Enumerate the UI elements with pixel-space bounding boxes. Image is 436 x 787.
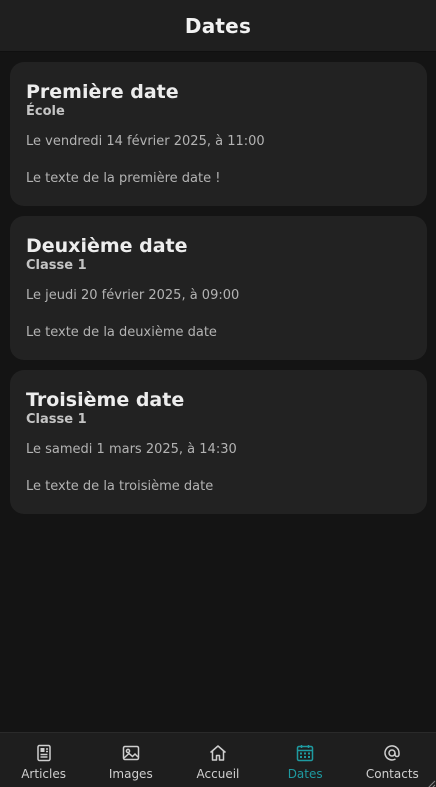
date-card-datetime: Le jeudi 20 février 2025, à 09:00 (26, 288, 240, 303)
date-card-title: Deuxième date (26, 235, 188, 257)
date-card-subtitle: Classe 1 (26, 258, 87, 273)
newspaper-icon (33, 742, 55, 764)
header-bar: Dates (0, 0, 436, 52)
app-screen: Dates Première date École Le vendredi 14… (0, 0, 436, 787)
resize-grip-icon[interactable] (424, 775, 436, 787)
image-icon (120, 742, 142, 764)
tab-label: Articles (21, 767, 66, 781)
date-card-datetime: Le vendredi 14 février 2025, à 11:00 (26, 134, 265, 149)
date-card[interactable]: Troisième date Classe 1 Le samedi 1 mars… (10, 370, 427, 514)
date-card-datetime: Le samedi 1 mars 2025, à 14:30 (26, 442, 237, 457)
date-card-title: Première date (26, 81, 179, 103)
date-card-subtitle: Classe 1 (26, 412, 87, 427)
home-icon (207, 742, 229, 764)
bottom-tab-bar: Articles Images Accueil Dates Contacts (0, 732, 436, 787)
tab-contacts[interactable]: Contacts (349, 733, 436, 787)
date-card-text: Le texte de la troisième date (26, 479, 214, 494)
tab-articles[interactable]: Articles (0, 733, 87, 787)
date-card-subtitle: École (26, 104, 65, 119)
tab-label: Dates (287, 767, 323, 781)
at-icon (381, 742, 403, 764)
dates-list: Première date École Le vendredi 14 févri… (10, 62, 427, 524)
tab-images[interactable]: Images (87, 733, 174, 787)
tab-dates[interactable]: Dates (262, 733, 349, 787)
date-card-text: Le texte de la première date ! (26, 171, 221, 186)
tab-label: Contacts (365, 767, 419, 781)
tab-label: Accueil (196, 767, 240, 781)
calendar-icon (294, 742, 316, 764)
date-card[interactable]: Deuxième date Classe 1 Le jeudi 20 févri… (10, 216, 427, 360)
tab-label: Images (108, 767, 153, 781)
tab-home[interactable]: Accueil (174, 733, 261, 787)
date-card-title: Troisième date (26, 389, 185, 411)
page-title: Dates (184, 13, 252, 38)
date-card[interactable]: Première date École Le vendredi 14 févri… (10, 62, 427, 206)
date-card-text: Le texte de la deuxième date (26, 325, 217, 340)
